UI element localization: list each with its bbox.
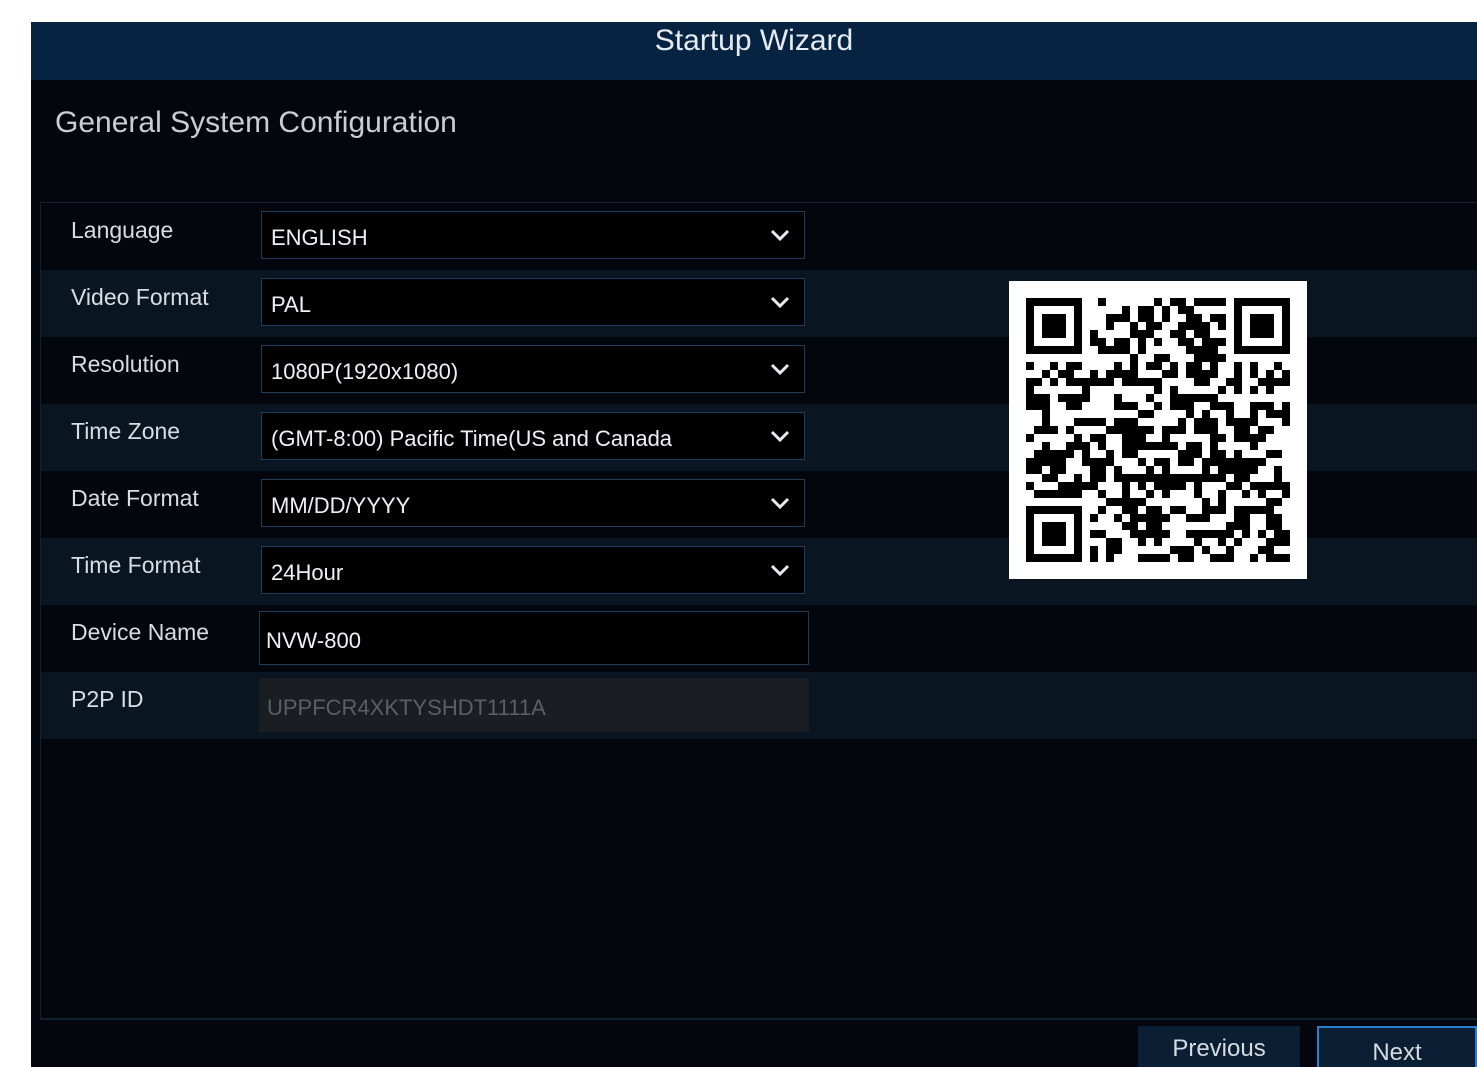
chevron-down-icon — [770, 564, 790, 577]
row-language: Language ENGLISH — [41, 203, 1477, 270]
row-device-name: Device Name NVW-800 — [41, 605, 1477, 672]
time-format-value: 24Hour — [271, 560, 344, 585]
video-format-label: Video Format — [71, 284, 209, 310]
chevron-down-icon — [770, 229, 790, 242]
time-zone-value: (GMT-8:00) Pacific Time(US and Canada — [271, 426, 673, 451]
time-format-select[interactable]: 24Hour — [261, 546, 805, 594]
video-format-select[interactable]: PAL — [261, 278, 805, 326]
qr-code-icon — [1009, 281, 1307, 579]
resolution-value: 1080P(1920x1080) — [271, 359, 459, 384]
p2p-id-label: P2P ID — [71, 686, 144, 712]
resolution-label: Resolution — [71, 351, 180, 377]
chevron-down-icon — [770, 497, 790, 510]
video-format-value: PAL — [271, 292, 311, 317]
title-bar: Startup Wizard — [31, 22, 1477, 80]
row-p2p-id: P2P ID UPPFCR4XKTYSHDT1111A — [41, 672, 1477, 739]
chevron-down-icon — [770, 296, 790, 309]
language-value: ENGLISH — [271, 225, 368, 250]
chevron-down-icon — [770, 363, 790, 376]
chevron-down-icon — [770, 430, 790, 443]
window-title: Startup Wizard — [654, 24, 854, 57]
section-title: General System Configuration — [55, 106, 457, 139]
time-zone-select[interactable]: (GMT-8:00) Pacific Time(US and Canada — [261, 412, 805, 460]
date-format-select[interactable]: MM/DD/YYYY — [261, 479, 805, 527]
startup-wizard-window: Startup Wizard General System Configurat… — [31, 22, 1477, 1067]
date-format-label: Date Format — [71, 485, 199, 511]
previous-button[interactable]: Previous — [1138, 1026, 1300, 1067]
time-format-label: Time Format — [71, 552, 201, 578]
device-name-value: NVW-800 — [266, 628, 361, 653]
date-format-value: MM/DD/YYYY — [271, 493, 411, 518]
p2p-id-field: UPPFCR4XKTYSHDT1111A — [259, 678, 809, 732]
device-name-input[interactable]: NVW-800 — [259, 611, 809, 665]
time-zone-label: Time Zone — [71, 418, 181, 444]
language-label: Language — [71, 217, 174, 243]
next-button[interactable]: Next — [1317, 1026, 1477, 1067]
footer-divider — [40, 1018, 1477, 1019]
resolution-select[interactable]: 1080P(1920x1080) — [261, 345, 805, 393]
language-select[interactable]: ENGLISH — [261, 211, 805, 259]
p2p-id-value: UPPFCR4XKTYSHDT1111A — [267, 695, 546, 720]
device-name-label: Device Name — [71, 619, 210, 645]
qr-code-graphic — [1026, 298, 1290, 562]
